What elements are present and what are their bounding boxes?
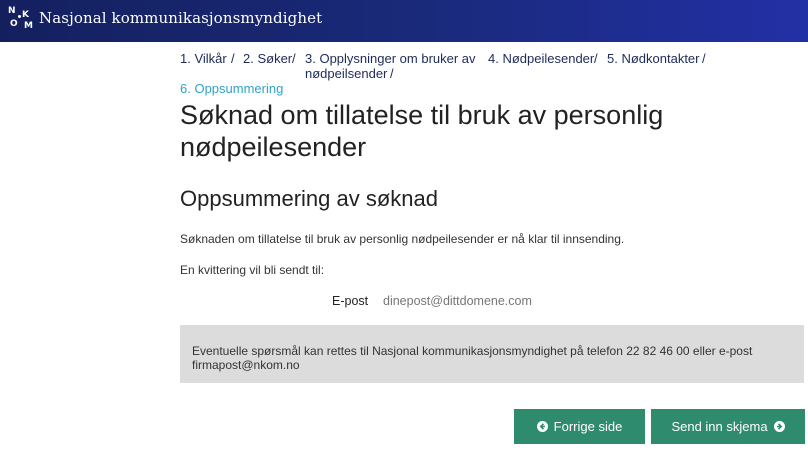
breadcrumb-separator: / bbox=[594, 51, 598, 66]
logo-letter-o: O bbox=[10, 19, 18, 29]
info-text-line2: firmapost@nkom.no bbox=[192, 358, 300, 372]
site-header: N K O M Nasjonal kommunikasjonsmyndighet bbox=[0, 0, 808, 42]
circle-arrow-right-icon bbox=[773, 421, 785, 432]
receipt-text: En kvittering vil bli sendt til: bbox=[180, 263, 325, 277]
logo-letter-m: M bbox=[24, 21, 33, 31]
breadcrumb-separator: / bbox=[702, 51, 706, 66]
nkom-logo[interactable]: N K O M bbox=[8, 6, 34, 32]
breadcrumb-separator: / bbox=[390, 66, 394, 81]
step-vilkar[interactable]: 1. Vilkår bbox=[180, 51, 227, 66]
site-title[interactable]: Nasjonal kommunikasjonsmyndighet bbox=[39, 9, 322, 27]
logo-letter-k: K bbox=[22, 10, 29, 20]
circle-arrow-left-icon bbox=[536, 421, 548, 432]
previous-page-button[interactable]: Forrige side bbox=[514, 409, 645, 444]
section-title: Oppsummering av søknad bbox=[180, 186, 438, 211]
step-oppsummering[interactable]: 6. Oppsummering bbox=[180, 81, 283, 96]
page-title-line2: nødpeilesender bbox=[180, 132, 367, 162]
step-opplysninger-line2[interactable]: nødpeilsender bbox=[305, 66, 387, 81]
email-value: dinepost@dittdomene.com bbox=[383, 294, 532, 308]
step-soker[interactable]: 2. Søker bbox=[243, 51, 292, 66]
email-label: E-post bbox=[332, 294, 369, 308]
step-nodpeilesender[interactable]: 4. Nødpeilesender bbox=[488, 51, 594, 66]
logo-dot bbox=[18, 15, 21, 18]
logo-letter-n: N bbox=[8, 6, 16, 16]
previous-page-label: Forrige side bbox=[553, 419, 623, 434]
info-text-line1: Eventuelle spørsmål kan rettes til Nasjo… bbox=[192, 344, 753, 358]
page-title-line1: Søknad om tillatelse til bruk av personl… bbox=[180, 100, 664, 130]
breadcrumb-separator: / bbox=[231, 51, 235, 66]
ready-text: Søknaden om tillatelse til bruk av perso… bbox=[180, 232, 625, 246]
step-nodkontakter[interactable]: 5. Nødkontakter bbox=[607, 51, 700, 66]
step-opplysninger[interactable]: 3. Opplysninger om bruker av bbox=[305, 51, 476, 66]
breadcrumb-separator: / bbox=[292, 51, 296, 66]
submit-form-button[interactable]: Send inn skjema bbox=[651, 409, 805, 444]
page-title: Søknad om tillatelse til bruk av personl… bbox=[180, 99, 740, 163]
submit-form-label: Send inn skjema bbox=[671, 419, 768, 434]
contact-info-box: Eventuelle spørsmål kan rettes til Nasjo… bbox=[180, 325, 804, 383]
